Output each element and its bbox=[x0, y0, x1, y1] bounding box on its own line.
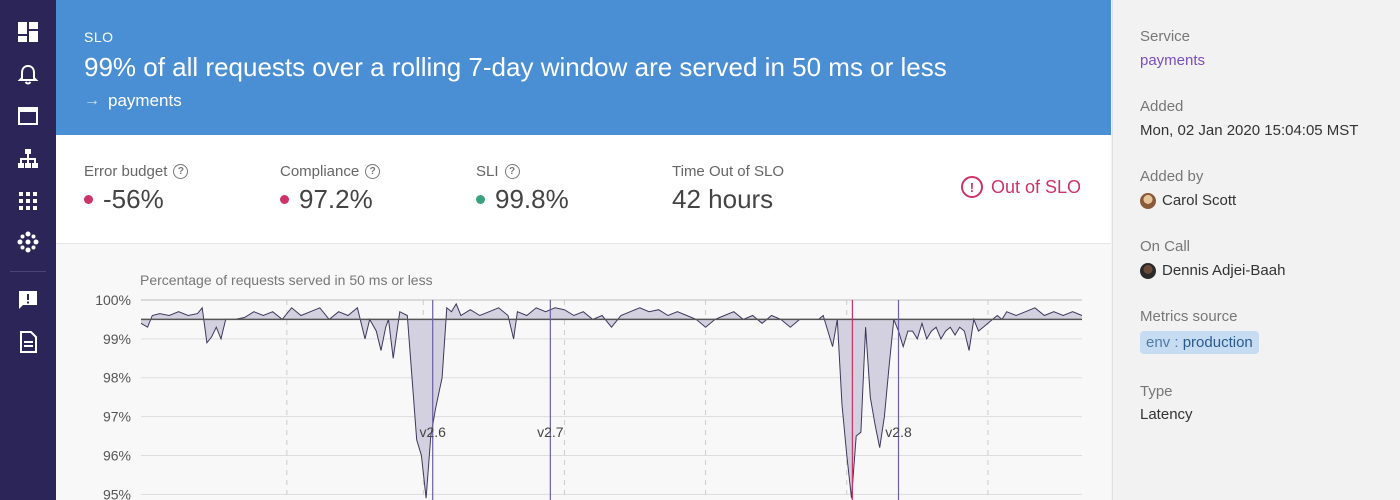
chip-sep: : bbox=[1174, 334, 1179, 351]
on-call-name: Dennis Adjei-Baah bbox=[1162, 262, 1286, 279]
added-value: Mon, 02 Jan 2020 15:04:05 MST bbox=[1140, 122, 1359, 139]
metrics-source-label: Metrics source bbox=[1140, 308, 1238, 325]
alert-message-icon[interactable] bbox=[16, 288, 40, 312]
deploy-marker-label: v2.6 bbox=[419, 424, 446, 440]
y-tick-label: 98% bbox=[103, 370, 131, 386]
chip-key: env bbox=[1146, 334, 1171, 351]
type-label: Type bbox=[1140, 383, 1173, 400]
metric-label: Time Out of SLO bbox=[672, 163, 784, 180]
chart-panel: Percentage of requests served in 50 ms o… bbox=[56, 244, 1111, 500]
metric-value: 99.8% bbox=[495, 184, 569, 214]
slo-header: SLO 99% of all requests over a rolling 7… bbox=[56, 0, 1111, 135]
help-icon[interactable]: ? bbox=[173, 164, 189, 179]
y-tick-label: 99% bbox=[103, 331, 131, 347]
service-value-link[interactable]: payments bbox=[1140, 52, 1205, 69]
service-label: Service bbox=[1140, 28, 1191, 45]
exclamation-icon: ! bbox=[960, 176, 983, 198]
document-icon[interactable] bbox=[16, 330, 40, 354]
type-value: Latency bbox=[1140, 406, 1193, 423]
deploy-marker-label: v2.8 bbox=[885, 424, 912, 440]
details-sidebar: Service payments Added Mon, 02 Jan 2020 … bbox=[1112, 0, 1400, 500]
status-dot bbox=[476, 195, 485, 204]
metric-label: SLI bbox=[476, 163, 499, 180]
metric-value: 97.2% bbox=[299, 184, 373, 214]
added-label: Added bbox=[1140, 98, 1184, 115]
series-area bbox=[141, 303, 1082, 499]
metrics-source-chip[interactable]: env : production bbox=[1140, 331, 1259, 354]
help-icon[interactable]: ? bbox=[504, 164, 520, 179]
avatar bbox=[1140, 262, 1156, 279]
slo-label: SLO bbox=[84, 29, 114, 45]
status-dot bbox=[84, 195, 93, 204]
metrics-panel: Error budget? -56% Compliance? 97.2% SLI… bbox=[56, 135, 1111, 244]
metric-label: Compliance bbox=[280, 163, 360, 180]
status-dot bbox=[280, 195, 289, 204]
y-tick-label: 96% bbox=[103, 447, 131, 463]
added-by-label: Added by bbox=[1140, 168, 1204, 185]
on-call-label: On Call bbox=[1140, 238, 1191, 255]
cluster-icon[interactable] bbox=[16, 230, 40, 254]
grid-icon[interactable] bbox=[16, 189, 40, 213]
latency-chart[interactable]: 100% 99% 98% 97% 96% 95% v2.6 v2.7 v2.8 bbox=[56, 244, 1111, 500]
added-by-user[interactable]: Carol Scott bbox=[1140, 192, 1236, 209]
window-icon[interactable] bbox=[16, 104, 40, 128]
metric-value: 42 hours bbox=[672, 184, 774, 214]
service-link[interactable]: → payments bbox=[84, 91, 182, 111]
y-tick-label: 97% bbox=[103, 409, 131, 425]
page-title: 99% of all requests over a rolling 7-day… bbox=[84, 52, 947, 82]
service-link-label: payments bbox=[108, 91, 182, 110]
deploy-marker-label: v2.7 bbox=[537, 424, 564, 440]
y-tick-label: 100% bbox=[95, 292, 131, 308]
help-icon[interactable]: ? bbox=[365, 164, 381, 179]
metrics-source-chip-wrap: env : production bbox=[1140, 331, 1259, 354]
y-tick-label: 95% bbox=[103, 486, 131, 500]
metric-sli: SLI? 99.8% bbox=[476, 163, 569, 215]
arrow-right-icon: → bbox=[84, 92, 100, 109]
chip-value: production bbox=[1182, 334, 1253, 351]
bell-icon[interactable] bbox=[16, 63, 40, 87]
left-nav bbox=[0, 0, 56, 500]
metric-time-out: Time Out of SLO 42 hours bbox=[672, 163, 784, 215]
added-by-name: Carol Scott bbox=[1162, 192, 1237, 209]
metric-value: -56% bbox=[103, 184, 164, 214]
metric-compliance: Compliance? 97.2% bbox=[280, 163, 381, 215]
status-badge: ! Out of SLO bbox=[960, 176, 1081, 198]
nav-divider bbox=[10, 271, 46, 272]
metric-label: Error budget bbox=[84, 163, 168, 180]
status-text: Out of SLO bbox=[990, 176, 1081, 197]
dashboard-icon[interactable] bbox=[16, 20, 40, 44]
hierarchy-icon[interactable] bbox=[16, 147, 40, 171]
metric-error-budget: Error budget? -56% bbox=[84, 163, 189, 215]
on-call-user[interactable]: Dennis Adjei-Baah bbox=[1140, 262, 1285, 279]
avatar bbox=[1140, 192, 1156, 209]
